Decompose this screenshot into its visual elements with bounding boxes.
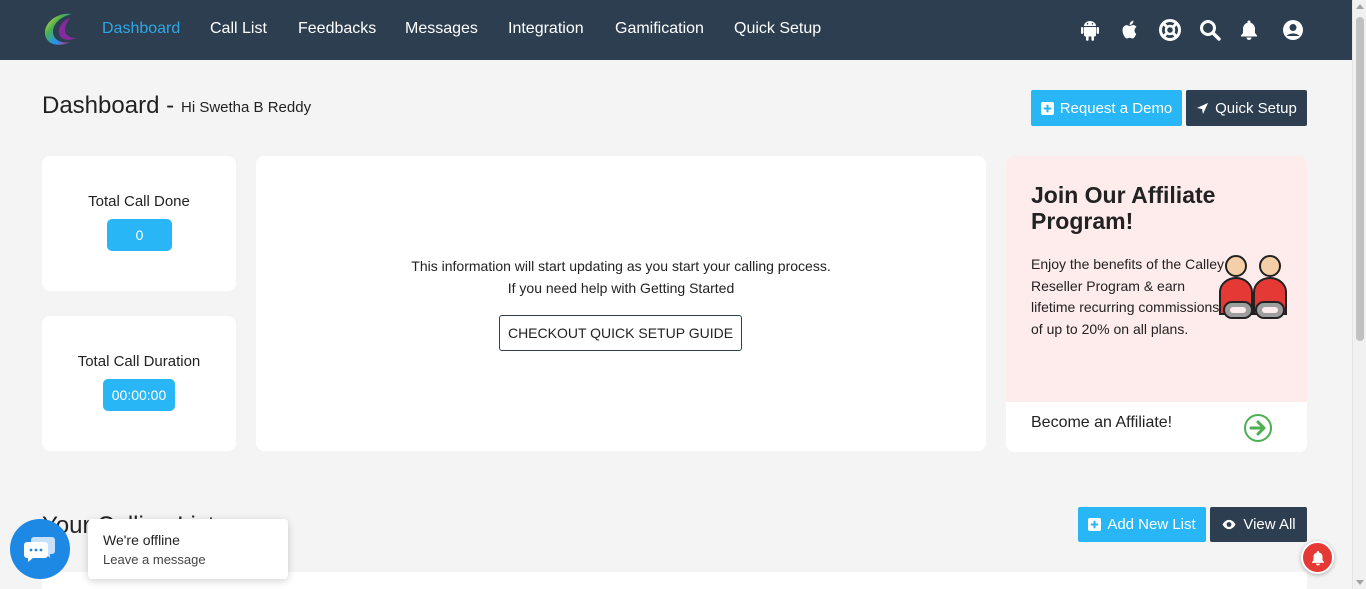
total-duration-value: 00:00:00 bbox=[103, 379, 175, 411]
total-duration-card: Total Call Duration 00:00:00 bbox=[42, 316, 236, 451]
info-line-1: This information will start updating as … bbox=[411, 258, 831, 274]
affiliate-card: Join Our Affiliate Program! Enjoy the be… bbox=[1006, 156, 1307, 452]
nav-gamification[interactable]: Gamification bbox=[615, 20, 704, 38]
user-account-icon[interactable] bbox=[1281, 18, 1305, 42]
quick-setup-label: Quick Setup bbox=[1215, 99, 1297, 117]
page-scrollbar[interactable] bbox=[1352, 0, 1366, 589]
affiliate-description: Enjoy the benefits of the Calley Reselle… bbox=[1031, 256, 1225, 337]
plus-square-icon bbox=[1040, 101, 1054, 115]
request-demo-button[interactable]: Request a Demo bbox=[1031, 90, 1182, 126]
affiliate-title: Join Our Affiliate Program! bbox=[1031, 182, 1216, 234]
total-calls-value: 0 bbox=[107, 219, 172, 251]
total-calls-card: Total Call Done 0 bbox=[42, 156, 236, 291]
help-lifebuoy-icon[interactable] bbox=[1158, 18, 1182, 42]
search-icon[interactable] bbox=[1198, 18, 1222, 42]
total-calls-label: Total Call Done bbox=[88, 193, 190, 210]
info-line-2: If you need help with Getting Started bbox=[507, 280, 735, 296]
notification-alert-button[interactable] bbox=[1301, 541, 1334, 574]
request-demo-label: Request a Demo bbox=[1059, 99, 1173, 117]
nav-quick-setup[interactable]: Quick Setup bbox=[734, 20, 821, 38]
view-all-button[interactable]: View All bbox=[1210, 507, 1307, 542]
location-arrow-icon bbox=[1197, 102, 1209, 114]
become-affiliate-link[interactable]: Become an Affiliate! bbox=[1031, 414, 1172, 432]
add-new-list-label: Add New List bbox=[1107, 516, 1196, 533]
nav-messages[interactable]: Messages bbox=[405, 20, 478, 38]
scroll-down-arrow-icon[interactable] bbox=[1356, 580, 1364, 585]
scroll-thumb[interactable] bbox=[1356, 17, 1364, 341]
chat-status: We're offline bbox=[103, 532, 180, 548]
nav-integration[interactable]: Integration bbox=[508, 20, 584, 38]
affiliate-people-chain-icon bbox=[1219, 255, 1287, 319]
bell-icon bbox=[1311, 550, 1324, 565]
chat-launcher-button[interactable] bbox=[10, 519, 70, 579]
nav-feedbacks[interactable]: Feedbacks bbox=[298, 20, 376, 38]
chat-offline-popup[interactable]: We're offline Leave a message bbox=[88, 519, 288, 579]
arrow-right-circle-icon[interactable] bbox=[1243, 413, 1273, 443]
page-title: Dashboard - bbox=[42, 92, 175, 119]
chat-prompt[interactable]: Leave a message bbox=[103, 552, 206, 567]
plus-square-icon bbox=[1088, 518, 1102, 531]
chat-bubbles-icon bbox=[24, 537, 55, 562]
nav-call-list[interactable]: Call List bbox=[210, 20, 267, 38]
apple-icon[interactable] bbox=[1118, 18, 1142, 42]
add-new-list-button[interactable]: Add New List bbox=[1078, 507, 1206, 542]
quick-setup-button[interactable]: Quick Setup bbox=[1186, 90, 1307, 126]
user-greeting: Hi Swetha B Reddy bbox=[181, 99, 312, 116]
nav-dashboard[interactable]: Dashboard bbox=[102, 20, 180, 38]
scroll-up-arrow-icon[interactable] bbox=[1356, 4, 1364, 9]
getting-started-card: This information will start updating as … bbox=[256, 156, 986, 451]
eye-icon bbox=[1222, 519, 1236, 530]
quick-setup-guide-button[interactable]: CHECKOUT QUICK SETUP GUIDE bbox=[499, 315, 742, 351]
android-icon[interactable] bbox=[1078, 18, 1102, 42]
top-navbar: Dashboard Call List Feedbacks Messages I… bbox=[0, 0, 1352, 60]
bell-icon[interactable] bbox=[1237, 18, 1261, 42]
view-all-label: View All bbox=[1243, 516, 1296, 533]
calley-logo-icon[interactable] bbox=[40, 8, 82, 50]
total-duration-label: Total Call Duration bbox=[77, 353, 201, 370]
